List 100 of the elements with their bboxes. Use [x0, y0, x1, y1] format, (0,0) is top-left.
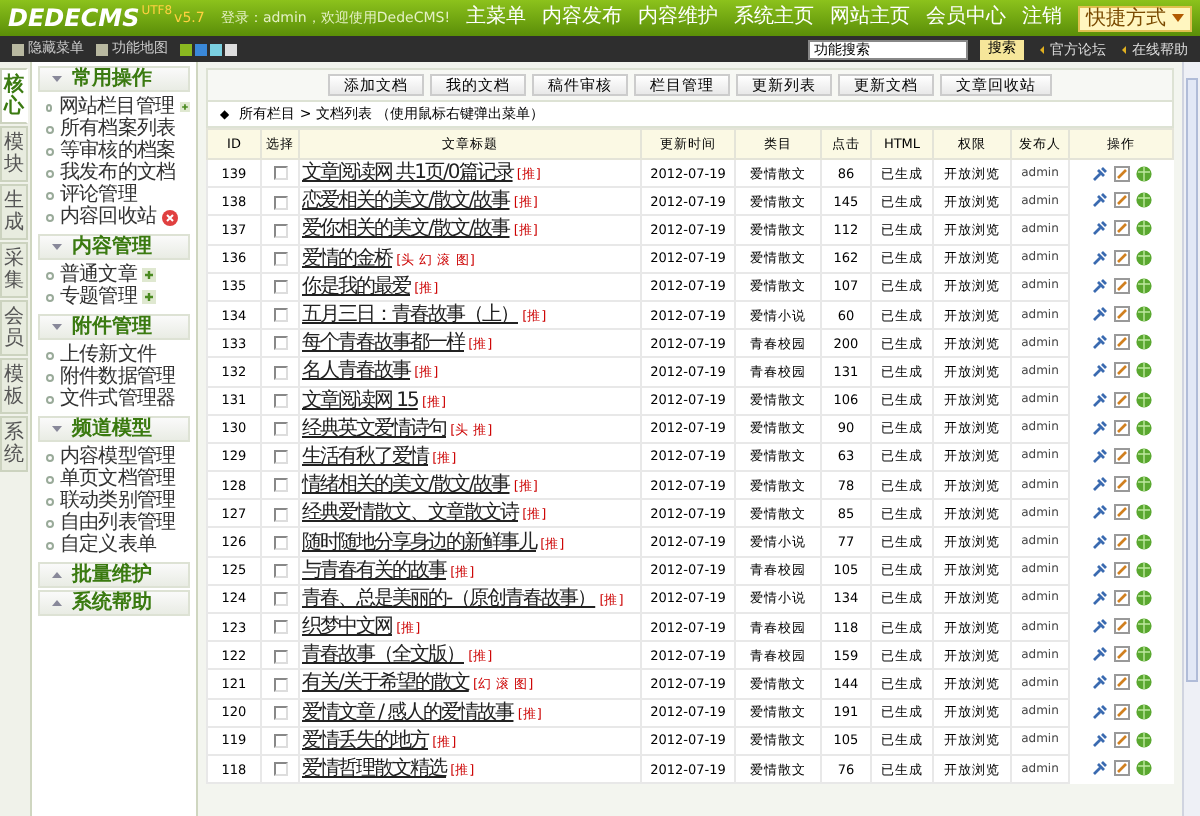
- row-checkbox[interactable]: [273, 308, 287, 323]
- menu-group-header[interactable]: 常用操作: [38, 66, 190, 92]
- sidebar-item[interactable]: 文件式管理器: [60, 389, 176, 409]
- row-checkbox[interactable]: [273, 592, 287, 607]
- sidebar-item[interactable]: 专题管理: [60, 287, 137, 307]
- edit-icon[interactable]: [1113, 192, 1130, 209]
- article-title-link[interactable]: 爱情哲理散文精选: [302, 758, 446, 781]
- edit-icon[interactable]: [1113, 703, 1130, 720]
- row-checkbox[interactable]: [273, 251, 287, 266]
- row-checkbox[interactable]: [273, 677, 287, 692]
- globe-icon[interactable]: [1135, 760, 1152, 777]
- globe-icon[interactable]: [1135, 391, 1152, 408]
- side-tab[interactable]: 会员: [0, 300, 28, 356]
- sidebar-item[interactable]: 普通文章: [60, 265, 137, 285]
- row-checkbox[interactable]: [273, 734, 287, 749]
- globe-icon[interactable]: [1135, 533, 1152, 550]
- quick-menu-button[interactable]: 快捷方式: [1078, 5, 1192, 31]
- article-title-link[interactable]: 与青春有关的故事: [302, 559, 446, 582]
- sidebar-item[interactable]: 内容模型管理: [60, 447, 176, 467]
- article-title-link[interactable]: 名人青春故事: [302, 360, 410, 383]
- globe-icon[interactable]: [1135, 561, 1152, 578]
- menu-group-header[interactable]: 批量维护: [38, 562, 190, 588]
- article-title-link[interactable]: 有关/关于希望的散文: [302, 672, 469, 695]
- menu-group-header[interactable]: 频道模型: [38, 416, 190, 442]
- sidebar-item[interactable]: 等审核的档案: [60, 141, 176, 161]
- edit-icon[interactable]: [1113, 618, 1130, 635]
- globe-icon[interactable]: [1135, 589, 1152, 606]
- article-title-link[interactable]: 生活有秋了爱情: [302, 445, 428, 468]
- globe-icon[interactable]: [1135, 249, 1152, 266]
- edit-icon[interactable]: [1113, 504, 1130, 521]
- row-checkbox[interactable]: [273, 166, 287, 181]
- article-title-link[interactable]: 青春、总是美丽的-（原创青春故事）: [302, 587, 596, 610]
- globe-icon[interactable]: [1135, 703, 1152, 720]
- edit-icon[interactable]: [1113, 533, 1130, 550]
- add-icon[interactable]: [142, 268, 157, 282]
- article-title-link[interactable]: 爱情文章 / 感人的爱情故事: [302, 701, 514, 724]
- edit-icon[interactable]: [1113, 249, 1130, 266]
- edit-icon[interactable]: [1113, 561, 1130, 578]
- menu-group-header[interactable]: 内容管理: [38, 234, 190, 260]
- side-tab[interactable]: 采集: [0, 242, 28, 298]
- article-title-link[interactable]: 爱情丢失的地方: [302, 729, 428, 752]
- globe-icon[interactable]: [1135, 731, 1152, 748]
- edit-icon[interactable]: [1113, 220, 1130, 237]
- article-title-link[interactable]: 青春故事（全文版）: [302, 644, 464, 667]
- sidebar-item[interactable]: 联动类别管理: [60, 491, 176, 511]
- article-title-link[interactable]: 经典英文爱情诗句: [302, 417, 446, 440]
- row-checkbox[interactable]: [273, 450, 287, 465]
- globe-icon[interactable]: [1135, 220, 1152, 237]
- edit-icon[interactable]: [1113, 731, 1130, 748]
- sidebar-item[interactable]: 自定义表单: [60, 535, 157, 555]
- row-checkbox[interactable]: [273, 223, 287, 238]
- row-checkbox[interactable]: [273, 422, 287, 436]
- sidebar-item[interactable]: 自由列表管理: [60, 513, 176, 533]
- edit-icon[interactable]: [1113, 447, 1130, 464]
- row-checkbox[interactable]: [273, 705, 287, 720]
- edit-icon[interactable]: [1113, 476, 1130, 493]
- theme-swatch-icon[interactable]: [180, 43, 238, 55]
- globe-icon[interactable]: [1135, 277, 1152, 294]
- edit-icon[interactable]: [1113, 674, 1130, 691]
- article-title-link[interactable]: 每个青春故事都一样: [302, 332, 464, 355]
- row-checkbox[interactable]: [273, 649, 287, 663]
- article-title-link[interactable]: 情绪相关的美文/散文/故事: [302, 474, 510, 497]
- article-title-link[interactable]: 织梦中文网: [302, 616, 392, 639]
- sidebar-item[interactable]: 上传新文件: [60, 345, 157, 365]
- add-icon[interactable]: [142, 290, 157, 304]
- globe-icon[interactable]: [1135, 306, 1152, 323]
- article-title-link[interactable]: 五月三日：青春故事（上）: [302, 304, 518, 327]
- article-title-link[interactable]: 恋爱相关的美文/散文/故事: [302, 190, 510, 213]
- delete-icon[interactable]: [162, 209, 179, 225]
- globe-icon[interactable]: [1135, 192, 1152, 209]
- row-checkbox[interactable]: [273, 478, 287, 493]
- side-tab[interactable]: 生成: [0, 184, 28, 240]
- globe-icon[interactable]: [1135, 447, 1152, 464]
- globe-icon[interactable]: [1135, 674, 1152, 691]
- edit-icon[interactable]: [1113, 760, 1130, 777]
- globe-icon[interactable]: [1135, 618, 1152, 635]
- edit-icon[interactable]: [1113, 362, 1130, 379]
- edit-icon[interactable]: [1113, 646, 1130, 663]
- row-checkbox[interactable]: [273, 365, 287, 380]
- row-checkbox[interactable]: [273, 336, 287, 351]
- globe-icon[interactable]: [1135, 334, 1152, 351]
- row-checkbox[interactable]: [273, 507, 287, 522]
- globe-icon[interactable]: [1135, 419, 1152, 436]
- edit-icon[interactable]: [1113, 334, 1130, 351]
- article-title-link[interactable]: 经典爱情散文、文章散文诗: [302, 502, 518, 525]
- sidebar-item[interactable]: 我发布的文档: [60, 163, 176, 183]
- globe-icon[interactable]: [1135, 165, 1152, 182]
- edit-icon[interactable]: [1113, 391, 1130, 408]
- sidebar-item[interactable]: 网站栏目管理: [58, 97, 175, 117]
- edit-icon[interactable]: [1113, 165, 1130, 182]
- edit-icon[interactable]: [1113, 306, 1130, 323]
- scrollbar[interactable]: [1182, 62, 1200, 816]
- row-checkbox[interactable]: [273, 535, 287, 550]
- article-title-link[interactable]: 随时随地分享身边的新鲜事儿: [302, 531, 536, 554]
- add-icon[interactable]: [180, 100, 190, 114]
- edit-icon[interactable]: [1113, 419, 1130, 436]
- article-title-link[interactable]: 爱你相关的美文/散文/故事: [302, 218, 510, 241]
- sidebar-item[interactable]: 所有档案列表: [60, 119, 176, 139]
- row-checkbox[interactable]: [273, 393, 287, 408]
- side-tab[interactable]: 模块: [0, 126, 28, 182]
